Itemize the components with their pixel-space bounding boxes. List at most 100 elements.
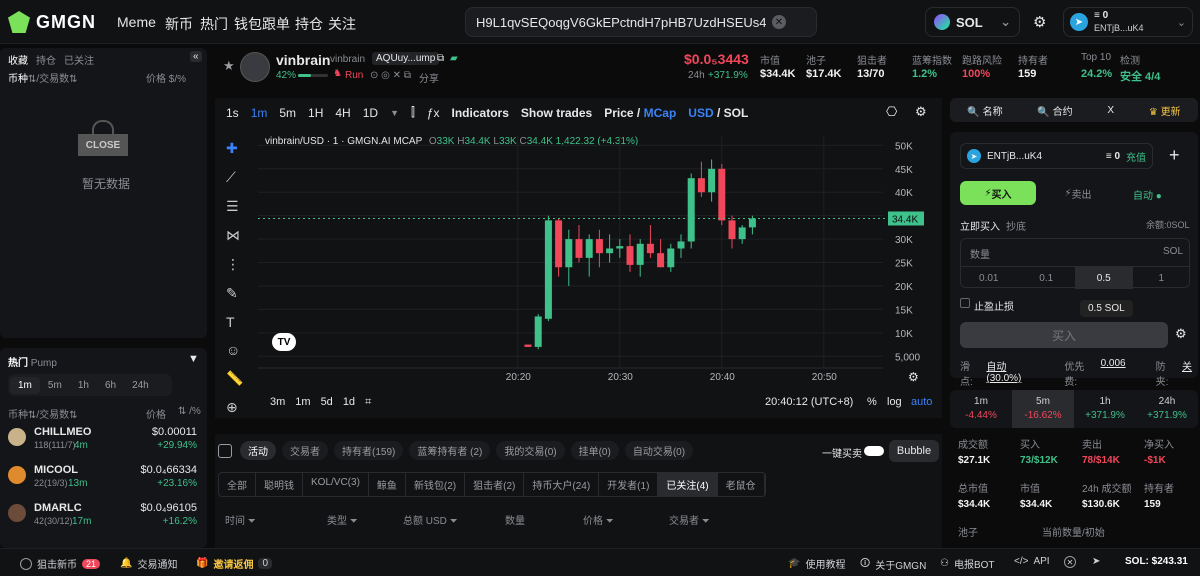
x-link[interactable]: ✕ [1064, 556, 1076, 568]
trader-filter[interactable]: 全部 [219, 473, 256, 496]
api-link[interactable]: </> API [1014, 556, 1050, 567]
trader-filter[interactable]: KOL/VC(3) [303, 473, 369, 496]
indicators-icon[interactable]: ƒx [427, 106, 440, 120]
add-wallet-icon[interactable]: + [1169, 145, 1180, 166]
show-trades-button[interactable]: Show trades [521, 106, 592, 120]
tab-favorites[interactable]: 收藏 [8, 52, 28, 67]
preset-0-1[interactable]: 0.1 [1018, 267, 1076, 289]
log-toggle[interactable]: log [887, 396, 902, 408]
hot-col-pct[interactable]: ⇅ /% [178, 406, 201, 417]
invite-button[interactable]: 🎁 邀请返佣 0 [196, 556, 273, 571]
sort-icon[interactable]: ⇅ [69, 74, 77, 85]
activity-tab[interactable]: 自动交易(0) [624, 441, 694, 460]
usd-toggle[interactable]: USD [688, 106, 713, 120]
activity-tab[interactable]: 交易者 [282, 441, 328, 460]
search-input[interactable] [476, 14, 766, 30]
hot-tab-1h[interactable]: 1h [70, 377, 97, 394]
hot-col-vol[interactable]: /交易数 [36, 410, 69, 421]
range-3m[interactable]: 3m [270, 396, 285, 409]
preset-0-5[interactable]: 0.5 [1075, 267, 1133, 289]
trader-filter[interactable]: 持币大户(24) [524, 473, 600, 496]
tab-name-search[interactable]: 🔍 名称 [967, 103, 1002, 118]
trendline-icon[interactable]: ⟋ [226, 169, 246, 186]
pattern-icon[interactable]: ⋈ [226, 227, 246, 244]
zoom-icon[interactable]: ⊕ [226, 399, 246, 416]
hot-col-price[interactable]: 价格 [146, 406, 166, 421]
token-address[interactable]: AQUuy...ump [372, 52, 440, 65]
trade-notify-button[interactable]: 🔔 交易通知 [120, 556, 177, 571]
slippage-value[interactable]: 自动(30.0%) [986, 358, 1040, 388]
range-1m[interactable]: 1m [295, 396, 310, 409]
nav-new[interactable]: 新币 [165, 14, 193, 34]
hot-col-coin[interactable]: 币种 [8, 410, 28, 421]
activity-column-header[interactable]: 总额 USD ⏷ [403, 512, 458, 527]
mcap-toggle[interactable]: MCap [644, 106, 677, 120]
range-1d[interactable]: 1d [343, 396, 355, 409]
logo[interactable]: GMGN [8, 10, 108, 34]
filter-icon[interactable]: ⏷ [603, 516, 614, 527]
trader-filter[interactable]: 已关注(4) [658, 473, 718, 496]
telegram-link[interactable]: ➤ [1092, 556, 1100, 567]
social-icons[interactable]: ⊙ ◎ ✕ ⧉ [370, 70, 411, 81]
ruler-icon[interactable]: 📏 [226, 370, 246, 387]
trader-filter[interactable]: 狙击者(2) [465, 473, 525, 496]
activity-tab[interactable]: 挂单(0) [570, 441, 619, 460]
activity-column-header[interactable]: 类型 ⏷ [327, 512, 358, 527]
auto-tab[interactable]: 自动 ● [1133, 187, 1162, 202]
fib-icon[interactable]: ☰ [226, 198, 246, 215]
col-coin[interactable]: 币种 [8, 74, 28, 85]
period-tab[interactable]: 1h +371.9% [1074, 390, 1136, 428]
hot-token-row[interactable]: MICOOL 22(19/3) 13m $0.0₄66334 +23.16% [8, 464, 199, 498]
tradingview-logo[interactable]: TV [272, 333, 296, 351]
tf-4h[interactable]: 4H [335, 106, 350, 120]
scale-settings-icon[interactable]: ⚙ [908, 370, 919, 384]
activity-column-header[interactable]: 交易者 ⏷ [669, 512, 710, 527]
filter-icon[interactable]: ⏷ [245, 516, 256, 527]
forecast-icon[interactable]: ⋮ [226, 256, 246, 273]
clear-icon[interactable]: ✕ [772, 15, 786, 29]
indicators-button[interactable]: Indicators [452, 106, 509, 120]
bubble-button[interactable]: Bubble [889, 440, 939, 462]
period-tab[interactable]: 5m -16.62% [1012, 390, 1074, 428]
tf-1m[interactable]: 1m [251, 106, 268, 120]
one-click-toggle[interactable] [864, 446, 884, 456]
hot-tab-6h[interactable]: 6h [97, 377, 124, 394]
percent-toggle[interactable]: % [867, 396, 877, 408]
nav-meme[interactable]: Meme [117, 14, 156, 30]
activity-column-header[interactable]: 数量 [505, 512, 525, 527]
chain-selector[interactable]: SOL ⌄ [925, 7, 1020, 37]
instant-buy-tab[interactable]: 立即买入 [960, 218, 1000, 233]
activity-tab[interactable]: 持有者(159) [334, 441, 404, 460]
activity-column-header[interactable]: 价格 ⏷ [583, 512, 614, 527]
nav-follow[interactable]: 关注 [328, 14, 356, 34]
mev-value[interactable]: 关 [1182, 358, 1192, 388]
about-link[interactable]: 🛈 关于GMGN [860, 556, 926, 573]
activity-tab[interactable]: 我的交易(0) [496, 441, 565, 460]
snipe-new-button[interactable]: 狙击新币 21 [20, 556, 101, 571]
chevron-down-icon[interactable]: ▼ [390, 108, 399, 118]
period-tab[interactable]: 24h +371.9% [1136, 390, 1198, 428]
filter-icon[interactable]: ⏷ [347, 516, 358, 527]
tab-x-search[interactable]: X [1107, 105, 1114, 116]
hot-token-row[interactable]: DMARLC 42(30/12) 17m $0.0₄96105 +16.2% [8, 502, 199, 536]
hot-tab-1m[interactable]: 1m [10, 376, 40, 394]
telegram-bot-link[interactable]: ⚇ 电报BOT [940, 556, 995, 571]
trader-filter[interactable]: 新钱包(2) [406, 473, 466, 496]
trader-filter[interactable]: 聪明钱 [256, 473, 303, 496]
tf-1h[interactable]: 1H [308, 106, 323, 120]
settings-gear-icon[interactable]: ⚙ [915, 104, 927, 120]
sol-toggle[interactable]: SOL [724, 106, 749, 120]
layout-toggle-icon[interactable] [218, 444, 232, 458]
tf-1s[interactable]: 1s [226, 106, 239, 120]
hot-token-row[interactable]: CHILLMEO 118(111/7) 4m $0.00011 +29.94% [8, 426, 199, 460]
crosshair-icon[interactable]: ✚ [226, 140, 246, 157]
candle-type-icon[interactable]: ⫿ [411, 105, 415, 120]
price-toggle[interactable]: Price [604, 106, 633, 120]
filter-icon[interactable]: ⏷ [699, 516, 710, 527]
camera-icon[interactable]: ⎔ [886, 104, 897, 120]
calendar-icon[interactable]: ⌗ [365, 396, 371, 409]
wallet-button[interactable]: ➤ ≡ 0 ENTjB...uK4 ⌄ [1063, 7, 1193, 37]
deposit-link[interactable]: 充值 [1126, 149, 1146, 164]
nav-holdings[interactable]: 持仓 [295, 14, 323, 34]
tutorial-link[interactable]: 🎓 使用教程 [788, 556, 845, 571]
